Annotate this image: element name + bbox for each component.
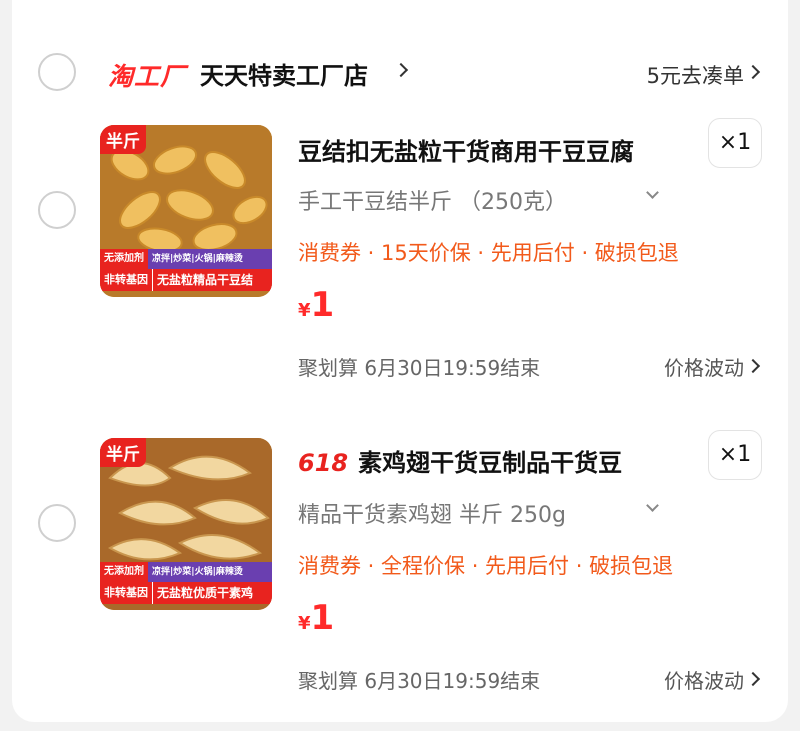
- service-tags: 消费券 · 全程价保 · 先用后付 · 破损包退: [298, 554, 674, 578]
- sku-selector[interactable]: 手工干豆结半斤 （250克）: [298, 184, 567, 216]
- item-select-radio[interactable]: [38, 191, 76, 229]
- shop-name[interactable]: 天天特卖工厂店: [200, 56, 368, 91]
- banner-text: 非转基因: [100, 582, 152, 604]
- product-banner-bottom: 非转基因 无盐粒精品干豆结: [100, 269, 272, 291]
- half-jin-badge: 半斤: [100, 125, 146, 154]
- price-fluctuation-link[interactable]: 价格波动: [664, 665, 744, 694]
- banner-text: 凉拌|炒菜|火锅|麻辣烫: [148, 249, 272, 269]
- service-tags: 消费券 · 15天价保 · 先用后付 · 破损包退: [298, 241, 679, 265]
- product-title[interactable]: 618 素鸡翅干货豆制品干货豆: [298, 443, 622, 478]
- banner-text: 凉拌|炒菜|火锅|麻辣烫: [148, 562, 272, 582]
- shop-brand-logo[interactable]: 淘工厂: [108, 57, 186, 93]
- product-image[interactable]: 半斤 无添加剂 凉拌|炒菜|火锅|麻辣烫 非转基因 无盐粒精品干豆结: [100, 125, 272, 297]
- product-image[interactable]: 半斤 无添加剂 凉拌|炒菜|火锅|麻辣烫 非转基因 无盐粒优质干素鸡: [100, 438, 272, 610]
- deal-end-time: 聚划算 6月30日19:59结束: [298, 669, 541, 693]
- item-select-radio[interactable]: [38, 504, 76, 542]
- price: ¥1: [298, 285, 334, 325]
- price: ¥1: [298, 598, 334, 638]
- price-fluctuation-link[interactable]: 价格波动: [664, 352, 744, 381]
- product-banner-top: 无添加剂 凉拌|炒菜|火锅|麻辣烫: [100, 562, 272, 582]
- coudan-link[interactable]: 5元去凑单: [647, 60, 744, 90]
- promo-618-tag: 618: [298, 449, 349, 477]
- product-banner-bottom: 非转基因 无盐粒优质干素鸡: [100, 582, 272, 604]
- currency-symbol: ¥: [298, 613, 311, 634]
- product-title-text[interactable]: 豆结扣无盐粒干货商用干豆豆腐: [298, 138, 634, 166]
- shop-select-radio[interactable]: [38, 53, 76, 91]
- banner-text: 无盐粒精品干豆结: [152, 269, 272, 291]
- deal-end-time: 聚划算 6月30日19:59结束: [298, 356, 541, 380]
- product-title[interactable]: 豆结扣无盐粒干货商用干豆豆腐: [298, 132, 634, 167]
- half-jin-badge: 半斤: [100, 438, 146, 467]
- banner-text: 无添加剂: [100, 249, 148, 269]
- banner-text: 无盐粒优质干素鸡: [152, 582, 272, 604]
- banner-text: 非转基因: [100, 269, 152, 291]
- product-banner-top: 无添加剂 凉拌|炒菜|火锅|麻辣烫: [100, 249, 272, 269]
- banner-text: 无添加剂: [100, 562, 148, 582]
- product-title-text[interactable]: 素鸡翅干货豆制品干货豆: [358, 449, 622, 477]
- quantity-stepper[interactable]: ×1: [708, 118, 762, 168]
- price-value: 1: [310, 598, 335, 638]
- price-value: 1: [310, 285, 335, 325]
- currency-symbol: ¥: [298, 300, 311, 321]
- sku-selector[interactable]: 精品干货素鸡翅 半斤 250g: [298, 497, 566, 529]
- quantity-stepper[interactable]: ×1: [708, 430, 762, 480]
